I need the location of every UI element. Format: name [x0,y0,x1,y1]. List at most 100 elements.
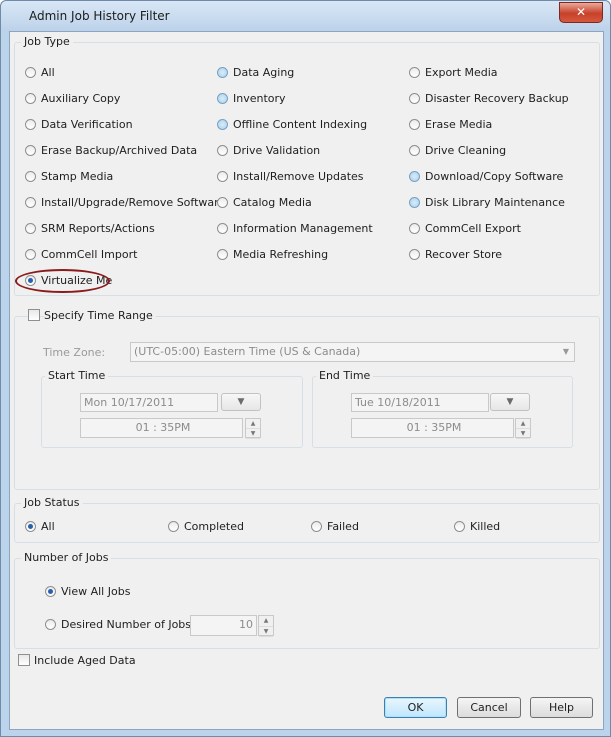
job-type-radio[interactable]: Inventory [217,92,286,105]
time-zone-value: (UTC-05:00) Eastern Time (US & Canada) [134,345,361,358]
radio-dot [25,171,36,182]
job-type-radio-label: Data Verification [41,118,133,131]
job-type-radio[interactable]: Offline Content Indexing [217,118,367,131]
radio-dot [409,249,420,260]
job-type-radio-label: Disk Library Maintenance [425,196,565,209]
radio-dot [217,249,228,260]
help-button[interactable]: Help [530,697,593,718]
job-type-radio-label: All [41,66,55,79]
job-type-radio[interactable]: Drive Cleaning [409,144,506,157]
spin-up-icon[interactable]: ▲ [516,419,530,429]
job-type-radio-label: Install/Remove Updates [233,170,364,183]
job-type-radio-label: Install/Upgrade/Remove Software [41,196,226,209]
job-type-radio-label: Data Aging [233,66,295,79]
job-status-radio[interactable]: Killed [454,520,500,533]
job-type-radio[interactable]: CommCell Import [25,248,137,261]
start-time-field[interactable]: 01 : 35PM [80,418,243,438]
radio-dot [409,145,420,156]
spin-up-icon[interactable]: ▲ [246,419,260,429]
radio-dot [168,521,179,532]
job-type-radio-label: Auxiliary Copy [41,92,121,105]
job-type-radio[interactable]: Drive Validation [217,144,320,157]
job-type-radio[interactable]: Data Aging [217,66,294,79]
radio-dot [409,93,420,104]
chevron-down-icon: ▼ [237,397,245,407]
include-aged-data-label: Include Aged Data [34,654,136,667]
number-of-jobs-label: Number of Jobs [21,551,112,564]
time-zone-select[interactable]: (UTC-05:00) Eastern Time (US & Canada) ▼ [130,342,575,362]
job-type-radio-label: Disaster Recovery Backup [425,92,569,105]
job-type-radio[interactable]: Catalog Media [217,196,312,209]
spin-down-icon[interactable]: ▼ [246,429,260,439]
radio-dot [217,145,228,156]
start-time-spinner[interactable]: ▲ ▼ [245,418,261,439]
job-status-radio-label: Killed [470,520,501,533]
radio-dot [45,619,56,630]
job-type-radio[interactable]: Install/Upgrade/Remove Software [25,196,225,209]
job-type-radio[interactable]: Data Verification [25,118,133,131]
job-type-radio[interactable]: Media Refreshing [217,248,328,261]
job-type-radio-label: CommCell Import [41,248,138,261]
job-type-radio[interactable]: Export Media [409,66,498,79]
time-zone-label: Time Zone: [43,346,106,359]
end-time-field[interactable]: 01 : 35PM [351,418,514,438]
radio-dot [409,119,420,130]
job-status-radio[interactable]: All [25,520,55,533]
job-type-radio-label: Download/Copy Software [425,170,564,183]
specify-time-range-checkbox[interactable] [28,309,40,321]
job-status-group: Job Status [14,496,600,543]
job-type-label: Job Type [21,35,73,48]
job-type-radio[interactable]: Information Management [217,222,373,235]
start-date-field[interactable]: Mon 10/17/2011 [80,393,218,412]
radio-dot [217,197,228,208]
desired-number-radio[interactable]: Desired Number of Jobs [45,618,191,631]
job-type-radio[interactable]: Recover Store [409,248,502,261]
radio-dot [25,249,36,260]
job-type-radio[interactable]: Disk Library Maintenance [409,196,565,209]
job-type-radio[interactable]: Disaster Recovery Backup [409,92,569,105]
job-status-label: Job Status [21,496,83,509]
job-type-radio[interactable]: SRM Reports/Actions [25,222,155,235]
job-type-radio[interactable]: Auxiliary Copy [25,92,120,105]
start-date-dropdown-button[interactable]: ▼ [221,393,261,411]
title-bar[interactable]: Admin Job History Filter ✕ [1,1,610,31]
job-type-radio[interactable]: CommCell Export [409,222,521,235]
job-type-radio[interactable]: Download/Copy Software [409,170,563,183]
end-time-value: 01 : 35PM [406,421,462,434]
radio-dot [217,119,228,130]
job-status-radio[interactable]: Failed [311,520,359,533]
end-date-field[interactable]: Tue 10/18/2011 [351,393,489,412]
job-type-radio-label: Stamp Media [41,170,114,183]
end-date-dropdown-button[interactable]: ▼ [490,393,530,411]
job-type-radio[interactable]: Erase Backup/Archived Data [25,144,197,157]
radio-dot [25,67,36,78]
view-all-jobs-radio[interactable]: View All Jobs [45,585,130,598]
job-type-radio-label: CommCell Export [425,222,521,235]
job-status-radio[interactable]: Completed [168,520,244,533]
radio-dot [25,223,36,234]
spin-down-icon[interactable]: ▼ [259,627,273,637]
radio-dot [25,93,36,104]
desired-number-label: Desired Number of Jobs [61,618,192,631]
job-type-radio-label: Information Management [233,222,373,235]
desired-number-spinner[interactable]: ▲ ▼ [258,615,274,637]
cancel-button[interactable]: Cancel [457,697,521,718]
spin-up-icon[interactable]: ▲ [259,616,273,627]
radio-dot [409,171,420,182]
end-time-spinner[interactable]: ▲ ▼ [515,418,531,439]
job-status-radio-label: All [41,520,55,533]
ok-button[interactable]: OK [384,697,447,718]
job-type-radio[interactable]: Install/Remove Updates [217,170,364,183]
job-type-radio[interactable]: Stamp Media [25,170,113,183]
job-type-radio[interactable]: Erase Media [409,118,492,131]
job-type-radio[interactable]: All [25,66,55,79]
include-aged-data-checkbox[interactable] [18,654,30,666]
spin-down-icon[interactable]: ▼ [516,429,530,439]
radio-dot [217,171,228,182]
desired-number-field[interactable]: 10 [190,615,257,636]
start-time-label: Start Time [45,369,109,382]
radio-dot [409,67,420,78]
number-of-jobs-group: Number of Jobs [14,551,600,649]
radio-dot [454,521,465,532]
close-button[interactable]: ✕ [559,2,603,23]
